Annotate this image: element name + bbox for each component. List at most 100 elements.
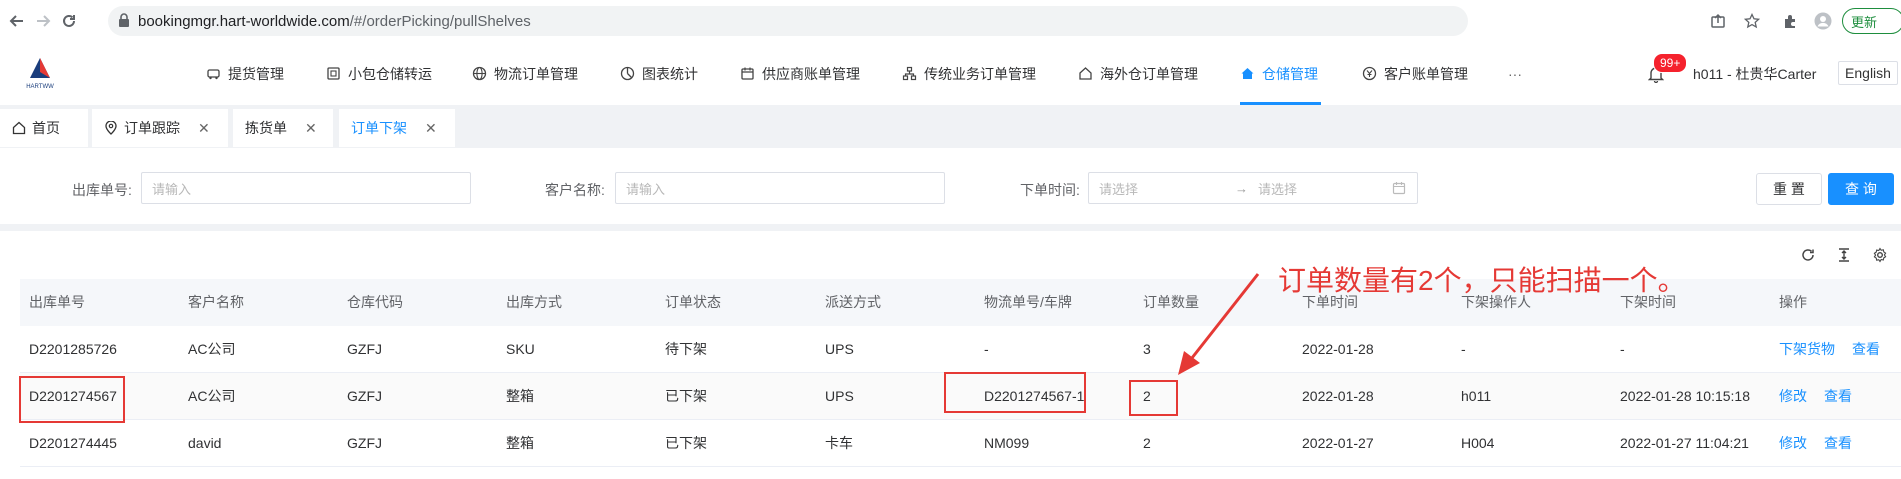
annotation-box-outbound-no (19, 376, 125, 423)
menu-warehouse-management[interactable]: 仓储管理 (1240, 42, 1318, 105)
profile-avatar-icon[interactable] (1812, 10, 1834, 32)
cell-order-time: 2022-01-28 (1302, 388, 1374, 404)
pull-goods-link[interactable]: 下架货物 (1779, 326, 1835, 372)
menu-parcel-storage[interactable]: 小包仓储转运 (326, 42, 432, 105)
outbound-no-label: 出库单号: (72, 182, 132, 198)
refresh-icon[interactable] (1797, 244, 1819, 266)
truck-icon (207, 69, 220, 80)
update-button[interactable]: 更新 (1842, 8, 1901, 34)
update-label: 更新 (1851, 14, 1878, 30)
close-icon[interactable]: ✕ (425, 120, 437, 137)
menu-label: 图表统计 (642, 65, 698, 82)
annotation-arrow-icon (1178, 273, 1260, 375)
forward-icon[interactable] (32, 10, 54, 32)
cell-delivery-method: UPS (825, 341, 854, 357)
view-link[interactable]: 查看 (1852, 326, 1880, 372)
extensions-icon[interactable] (1779, 10, 1801, 32)
annotation-text: 订单数量有2个，只能扫描一个。 (1278, 265, 1686, 296)
calendar-icon (1392, 182, 1406, 195)
share-icon[interactable] (1707, 10, 1729, 32)
menu-traditional-orders[interactable]: 传统业务订单管理 (902, 42, 1036, 105)
tab-order-pull-shelves[interactable]: 订单下架 ✕ (339, 109, 455, 147)
notification-badge: 99+ (1653, 53, 1688, 73)
cell-outbound-method: 整箱 (506, 435, 534, 451)
table-row[interactable]: D2201285726 AC公司 GZFJ SKU 待下架 UPS - 3 20… (20, 326, 1901, 373)
col-header: 操作 (1779, 294, 1807, 310)
tab-home[interactable]: 首页 (0, 109, 88, 147)
more-icon: ··· (1508, 65, 1522, 82)
column-height-icon[interactable] (1833, 244, 1855, 266)
outbound-no-placeholder: 请输入 (152, 181, 192, 197)
cell-order-status: 待下架 (665, 341, 707, 357)
menu-more[interactable]: ··· (1508, 42, 1522, 105)
edit-link[interactable]: 修改 (1779, 373, 1807, 419)
cell-outbound-no: D2201274445 (29, 435, 117, 451)
settings-icon[interactable] (1869, 244, 1891, 266)
edit-link[interactable]: 修改 (1779, 420, 1807, 466)
close-icon[interactable]: ✕ (305, 120, 317, 137)
address-bar[interactable]: bookingmgr.hart-worldwide.com/#/orderPic… (108, 6, 1468, 36)
menu-label: 小包仓储转运 (348, 65, 432, 82)
col-header: 派送方式 (825, 294, 881, 310)
menu-label: 物流订单管理 (494, 65, 578, 82)
url-path: /#/orderPicking/pullShelves (349, 13, 531, 30)
menu-customer-bills[interactable]: 客户账单管理 (1362, 42, 1468, 105)
home-icon (12, 121, 26, 135)
user-name[interactable]: h011 - 杜贵华Carter (1693, 64, 1816, 84)
cell-warehouse-code: GZFJ (347, 435, 382, 451)
tab-order-tracking[interactable]: 订单跟踪 ✕ (92, 109, 228, 147)
cell-outbound-method: 整箱 (506, 388, 534, 404)
col-header: 出库单号 (29, 294, 85, 310)
query-label: 查 询 (1845, 181, 1877, 197)
cell-pull-time: 2022-01-27 11:04:21 (1620, 435, 1749, 451)
cell-order-time: 2022-01-27 (1302, 435, 1374, 451)
col-header: 出库方式 (506, 294, 562, 310)
outbound-no-input[interactable]: 请输入 (141, 172, 471, 204)
order-time-label: 下单时间: (1020, 182, 1080, 198)
menu-label: 客户账单管理 (1384, 65, 1468, 82)
bookmark-star-icon[interactable] (1741, 10, 1763, 32)
cell-operator: - (1461, 341, 1466, 357)
tab-label: 订单跟踪 (124, 120, 180, 136)
cell-tracking-no: NM099 (984, 435, 1030, 451)
view-link[interactable]: 查看 (1824, 420, 1852, 466)
cell-customer: david (188, 435, 222, 451)
menu-logistics-orders[interactable]: 物流订单管理 (472, 42, 578, 105)
query-button[interactable]: 查 询 (1828, 173, 1894, 205)
customer-name-label: 客户名称: (545, 182, 605, 198)
col-header: 订单状态 (665, 294, 721, 310)
cell-order-qty: 2 (1143, 435, 1151, 451)
cell-tracking-no: - (984, 341, 989, 357)
cell-order-qty: 3 (1143, 341, 1151, 357)
menu-supplier-bills[interactable]: 供应商账单管理 (740, 42, 860, 105)
reset-button[interactable]: 重 置 (1756, 173, 1822, 205)
network-icon (902, 66, 917, 81)
cell-outbound-method: SKU (506, 341, 535, 357)
reload-icon[interactable] (58, 10, 80, 32)
tab-label: 拣货单 (245, 120, 287, 136)
menu-charts[interactable]: 图表统计 (620, 42, 698, 105)
order-time-range-picker[interactable]: 请选择 → 请选择 (1088, 172, 1418, 204)
col-header: 客户名称 (188, 294, 244, 310)
cell-customer: AC公司 (188, 341, 236, 357)
close-icon[interactable]: ✕ (198, 120, 210, 137)
menu-overseas-warehouse[interactable]: 海外仓订单管理 (1078, 42, 1198, 105)
tab-picking-list[interactable]: 拣货单 ✕ (233, 109, 333, 147)
annotation-box-order-qty (1129, 380, 1178, 416)
back-icon[interactable] (6, 10, 28, 32)
calendar-icon (741, 67, 754, 80)
cell-pull-time: - (1620, 341, 1625, 357)
reset-label: 重 置 (1773, 181, 1805, 197)
annotation-box-tracking-no (944, 372, 1086, 413)
view-link[interactable]: 查看 (1824, 373, 1852, 419)
yen-icon (1362, 66, 1377, 81)
menu-label: 供应商账单管理 (762, 65, 860, 82)
cell-pull-time: 2022-01-28 10:15:18 (1620, 388, 1750, 404)
company-logo[interactable]: HARTWW (20, 54, 60, 94)
language-switch[interactable]: English (1838, 61, 1898, 85)
customer-name-input[interactable]: 请输入 (615, 172, 945, 204)
menu-pickup[interactable]: 提货管理 (206, 42, 284, 105)
table-row[interactable]: D2201274445 david GZFJ 整箱 已下架 卡车 NM099 2… (20, 420, 1901, 467)
cell-delivery-method: 卡车 (825, 435, 853, 451)
url-text: bookingmgr.hart-worldwide.com/#/orderPic… (138, 13, 531, 30)
